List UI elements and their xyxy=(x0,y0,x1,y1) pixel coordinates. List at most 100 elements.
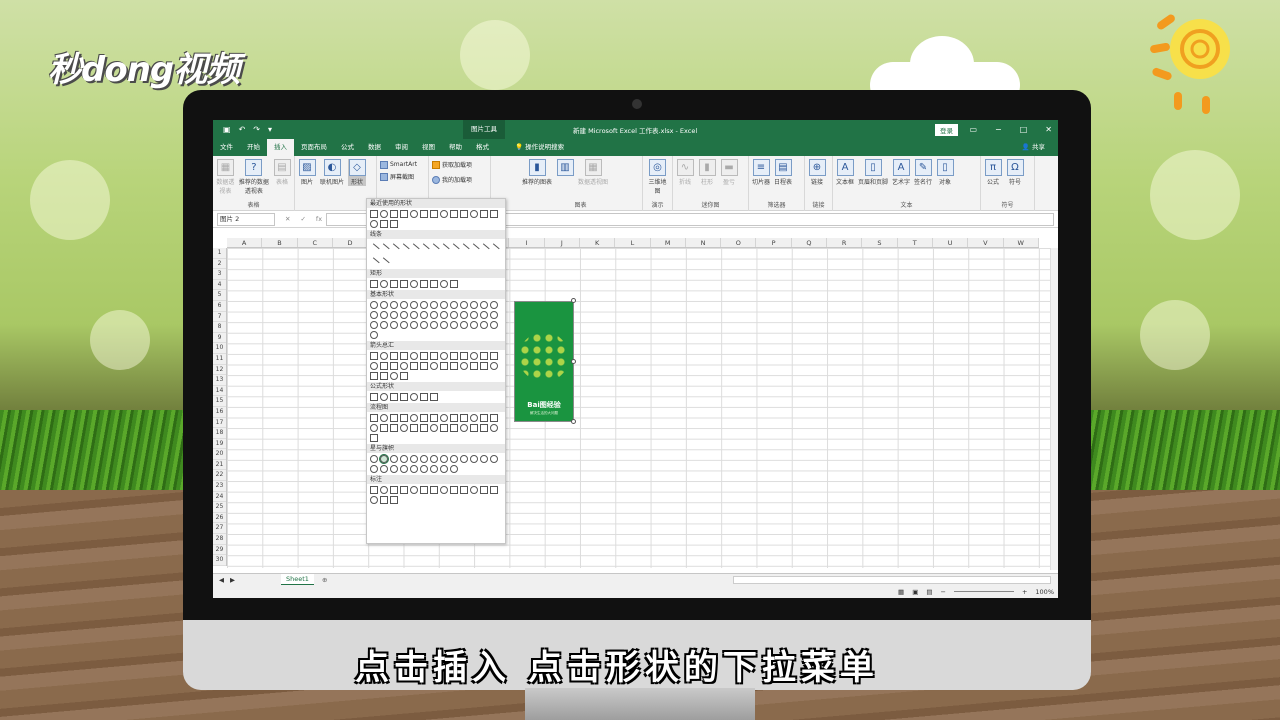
column-header[interactable]: Q xyxy=(792,238,828,247)
slicer-button[interactable]: ≡ 切片器 xyxy=(752,159,770,186)
shape-option[interactable] xyxy=(490,362,498,370)
shape-option[interactable] xyxy=(379,454,389,464)
horizontal-scrollbar[interactable] xyxy=(733,576,1051,584)
shape-option[interactable] xyxy=(450,210,458,218)
shape-option[interactable] xyxy=(430,321,438,329)
fx-icon[interactable]: fx xyxy=(316,215,322,223)
row-header[interactable]: 7 xyxy=(213,312,226,323)
resize-handle[interactable] xyxy=(571,359,576,364)
shape-option[interactable] xyxy=(440,301,448,309)
shape-option[interactable] xyxy=(420,414,428,422)
shape-option[interactable] xyxy=(450,424,458,432)
shape-option[interactable] xyxy=(370,321,378,329)
shape-option[interactable] xyxy=(390,321,398,329)
shape-option[interactable] xyxy=(470,352,478,360)
shape-option[interactable] xyxy=(380,210,388,218)
textbox-button[interactable]: A 文本框 xyxy=(836,159,854,186)
shape-option[interactable] xyxy=(490,352,498,360)
shape-option[interactable] xyxy=(450,311,458,319)
sparkline-line-button[interactable]: ∿ 折线 xyxy=(676,159,694,186)
row-header[interactable]: 3 xyxy=(213,269,226,280)
column-header[interactable]: K xyxy=(580,238,616,247)
smartart-button[interactable]: SmartArt xyxy=(380,159,417,170)
row-header[interactable]: 16 xyxy=(213,407,226,418)
shape-option[interactable] xyxy=(400,414,408,422)
sparkline-winloss-button[interactable]: ▬ 盈亏 xyxy=(720,159,738,186)
shape-option[interactable] xyxy=(430,414,438,422)
shape-option[interactable] xyxy=(400,465,408,473)
shape-option[interactable] xyxy=(380,424,388,432)
shape-option[interactable] xyxy=(370,301,378,309)
row-header[interactable]: 14 xyxy=(213,386,226,397)
shape-option[interactable] xyxy=(410,352,418,360)
shape-option[interactable] xyxy=(470,321,478,329)
column-header[interactable]: C xyxy=(298,238,333,247)
shape-option[interactable] xyxy=(450,414,458,422)
shape-option[interactable] xyxy=(490,321,498,329)
shape-option[interactable] xyxy=(430,280,438,288)
shape-option[interactable] xyxy=(380,321,388,329)
shape-option[interactable] xyxy=(410,321,418,329)
shape-option[interactable] xyxy=(390,210,398,218)
shape-option[interactable] xyxy=(380,465,388,473)
row-header[interactable]: 9 xyxy=(213,333,226,344)
column-header[interactable]: W xyxy=(1004,238,1039,247)
shape-option[interactable] xyxy=(490,424,498,432)
3d-map-button[interactable]: ◎ 三维地图 xyxy=(646,159,669,195)
shape-option[interactable] xyxy=(390,311,398,319)
row-header[interactable]: 26 xyxy=(213,513,226,524)
row-header[interactable]: 4 xyxy=(213,280,226,291)
shape-option[interactable] xyxy=(390,496,398,504)
shape-option[interactable] xyxy=(380,301,388,309)
shape-option[interactable] xyxy=(460,311,468,319)
shape-option[interactable] xyxy=(390,486,398,494)
shape-option[interactable] xyxy=(400,362,408,370)
shape-option[interactable] xyxy=(440,362,448,370)
my-addins-button[interactable]: 我的加载项 xyxy=(432,174,472,185)
shape-option[interactable] xyxy=(370,414,378,422)
shape-option[interactable] xyxy=(370,311,378,319)
shape-option[interactable] xyxy=(420,362,428,370)
shape-option[interactable] xyxy=(480,311,488,319)
zoom-level[interactable]: 100% xyxy=(1035,588,1054,596)
column-header[interactable]: S xyxy=(862,238,898,247)
shape-option[interactable] xyxy=(390,465,398,473)
shape-option[interactable] xyxy=(370,372,378,380)
pivottable-button[interactable]: ▦ 数据透视表 xyxy=(216,159,235,195)
shape-option[interactable] xyxy=(370,352,378,360)
recommended-charts-button[interactable]: ▮ 推荐的图表 xyxy=(522,159,552,186)
row-header[interactable]: 12 xyxy=(213,365,226,376)
maximize-icon[interactable]: □ xyxy=(1020,125,1028,134)
shape-option[interactable] xyxy=(380,496,388,504)
shape-option[interactable] xyxy=(470,210,478,218)
row-header[interactable]: 27 xyxy=(213,523,226,535)
shape-option[interactable] xyxy=(430,301,438,309)
shape-option[interactable] xyxy=(440,424,448,432)
shape-option[interactable] xyxy=(470,362,478,370)
column-header[interactable]: U xyxy=(933,238,969,247)
symbol-button[interactable]: Ω 符号 xyxy=(1006,159,1024,186)
shape-option[interactable] xyxy=(430,352,438,360)
shape-option[interactable] xyxy=(440,465,448,473)
shape-option[interactable] xyxy=(420,311,428,319)
column-header[interactable]: L xyxy=(615,238,651,247)
timeline-button[interactable]: ▤ 日程表 xyxy=(774,159,792,186)
shape-option[interactable] xyxy=(490,414,498,422)
shape-option[interactable] xyxy=(460,352,468,360)
shape-option[interactable] xyxy=(420,301,428,309)
row-header[interactable]: 5 xyxy=(213,290,226,301)
pivotchart-button[interactable]: ▦ 数据透视图 xyxy=(578,159,608,186)
shape-option[interactable] xyxy=(480,301,488,309)
row-header[interactable]: 13 xyxy=(213,375,226,386)
row-header[interactable]: 20 xyxy=(213,449,226,460)
row-header[interactable]: 30 xyxy=(213,555,226,566)
shape-option[interactable] xyxy=(420,210,428,218)
shape-option[interactable] xyxy=(450,362,458,370)
shape-option[interactable] xyxy=(390,362,398,370)
table-button[interactable]: ▤ 表格 xyxy=(273,159,291,186)
add-sheet-icon[interactable]: ⊕ xyxy=(322,576,327,584)
shape-option[interactable] xyxy=(430,210,438,218)
row-header[interactable]: 28 xyxy=(213,534,226,545)
tab-insert[interactable]: 插入 xyxy=(267,139,294,156)
shape-option[interactable] xyxy=(378,257,390,269)
